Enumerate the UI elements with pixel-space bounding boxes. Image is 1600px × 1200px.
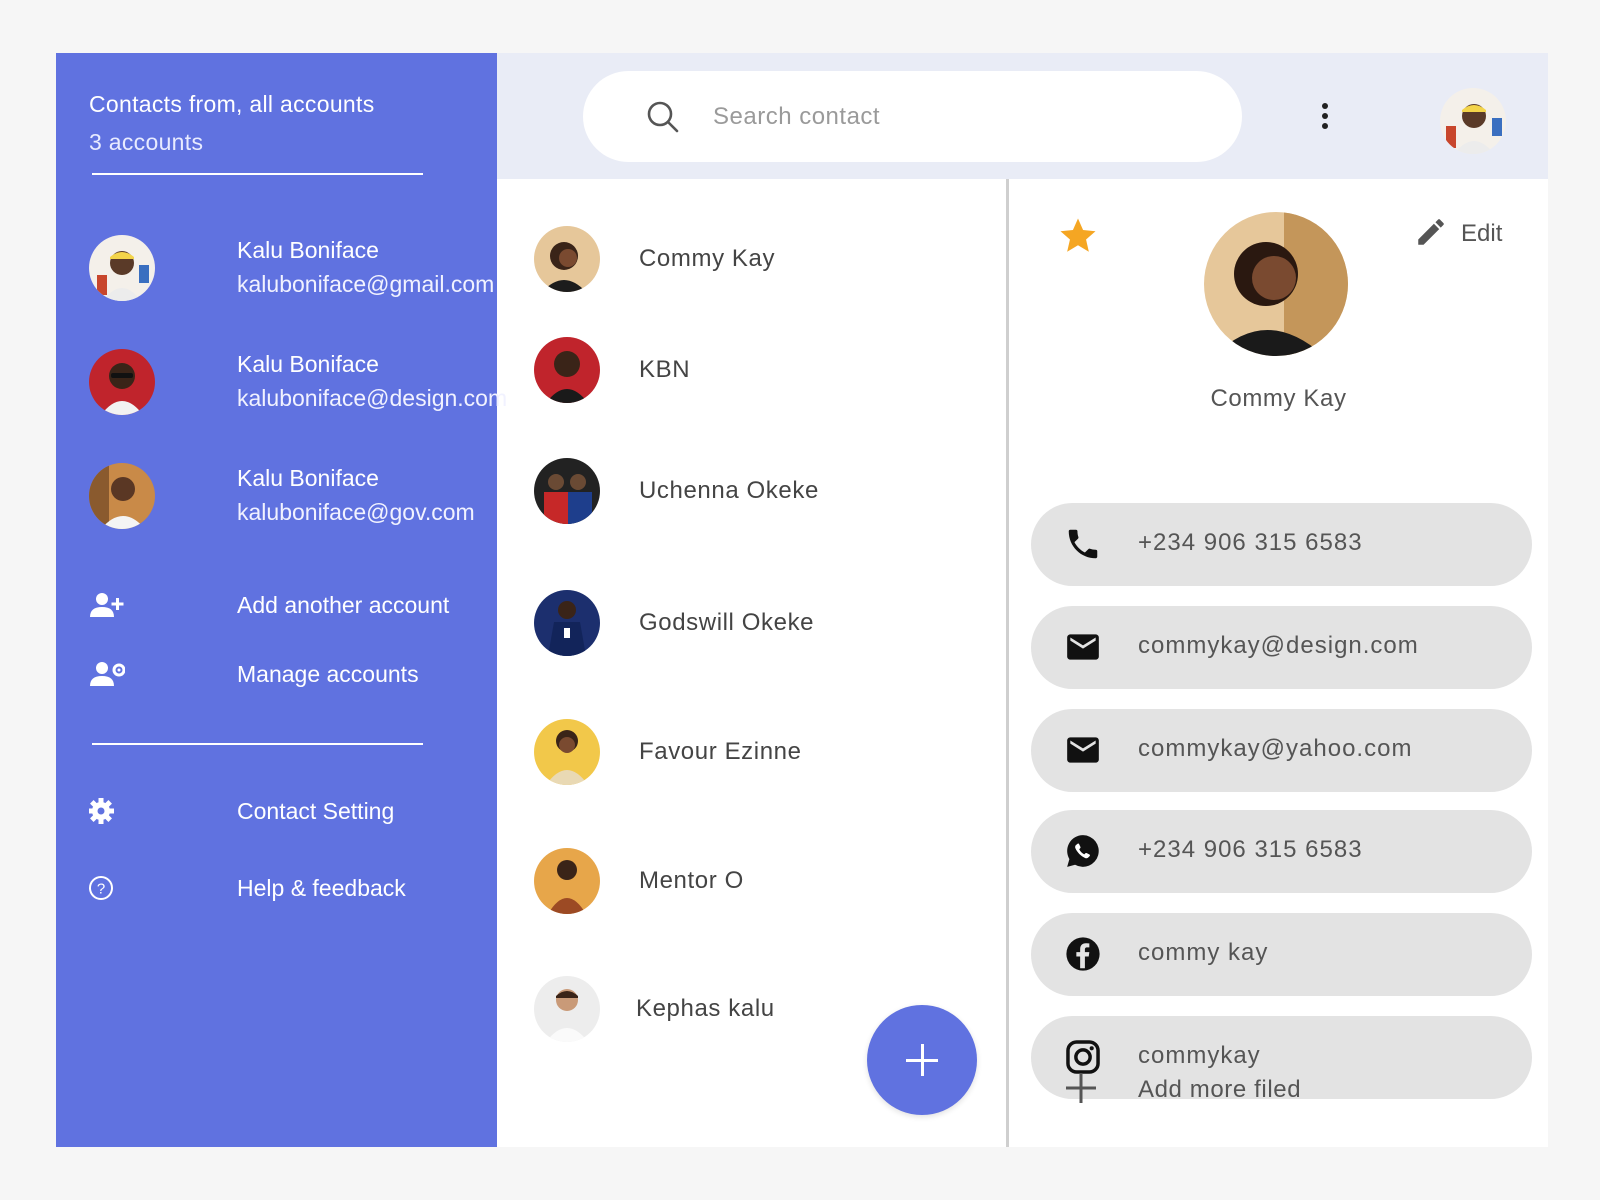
contact-row[interactable]: Mentor O xyxy=(534,846,974,916)
top-bar xyxy=(497,53,1548,179)
pencil-icon xyxy=(1418,219,1444,245)
facebook-icon xyxy=(1066,937,1100,971)
account-email: kaluboniface@gmail.com xyxy=(237,271,495,297)
star-icon[interactable] xyxy=(1057,215,1099,257)
email-field[interactable]: commykay@design.com xyxy=(1031,606,1532,689)
whatsapp-icon xyxy=(1067,835,1099,867)
contact-row[interactable]: Godswill Okeke xyxy=(534,588,974,658)
mail-icon xyxy=(1067,737,1099,763)
contact-avatar xyxy=(534,848,600,914)
help-icon: ? xyxy=(89,876,113,900)
contact-name: Mentor O xyxy=(639,867,744,894)
plus-icon xyxy=(921,1044,924,1076)
contact-avatar xyxy=(534,458,600,524)
add-more-field-button[interactable]: Add more filed xyxy=(1031,1063,1431,1113)
phone-value: +234 906 315 6583 xyxy=(1138,529,1363,556)
add-more-label: Add more filed xyxy=(1138,1076,1302,1103)
contact-row[interactable]: Commy Kay xyxy=(534,224,974,294)
manage-accounts-button[interactable]: Manage accounts xyxy=(89,655,469,695)
more-options-button[interactable] xyxy=(1317,101,1333,137)
account-name: Kalu Boniface xyxy=(237,237,379,263)
search-icon xyxy=(647,101,679,133)
facebook-value: commy kay xyxy=(1138,939,1269,966)
contact-avatar xyxy=(534,590,600,656)
account-email: kaluboniface@gov.com xyxy=(237,499,475,525)
profile-avatar[interactable] xyxy=(1440,88,1506,154)
plus-icon xyxy=(1066,1073,1096,1103)
whatsapp-value: +234 906 315 6583 xyxy=(1138,836,1363,863)
manage-accounts-icon xyxy=(90,662,125,686)
contact-name: Kephas kalu xyxy=(636,995,775,1022)
accounts-count: 3 accounts xyxy=(89,129,204,155)
kebab-dot xyxy=(1322,113,1328,119)
sidebar-divider xyxy=(92,173,423,175)
add-account-button[interactable]: Add another account xyxy=(89,586,469,626)
contact-photo xyxy=(1204,212,1348,356)
contact-name: Commy Kay xyxy=(639,245,776,272)
contact-row[interactable]: Uchenna Okeke xyxy=(534,456,974,526)
contact-detail-name: Commy Kay xyxy=(1210,385,1347,412)
sidebar: Contacts from, all accounts 3 accounts K… xyxy=(56,53,507,1147)
facebook-field[interactable]: commy kay xyxy=(1031,913,1532,996)
add-contact-button[interactable] xyxy=(867,1005,977,1115)
kebab-dot xyxy=(1322,123,1328,129)
account-item[interactable]: Kalu Boniface kaluboniface@design.com xyxy=(89,347,507,417)
contacts-app: Contacts from, all accounts 3 accounts K… xyxy=(56,53,1548,1147)
search-bar[interactable] xyxy=(583,71,1242,162)
contact-avatar xyxy=(534,719,600,785)
add-account-label: Add another account xyxy=(237,592,450,618)
contact-name: Favour Ezinne xyxy=(639,738,802,765)
mail-icon xyxy=(1067,634,1099,660)
contact-details: Edit Commy Kay +234 906 315 6583 commyka… xyxy=(1009,179,1548,1147)
contact-list: Commy Kay KBN Uchenna Okeke Godswill Oke… xyxy=(497,179,1007,1147)
account-avatar xyxy=(89,349,155,415)
account-name: Kalu Boniface xyxy=(237,351,379,377)
kebab-dot xyxy=(1322,103,1328,109)
manage-accounts-label: Manage accounts xyxy=(237,661,419,687)
account-avatar xyxy=(89,463,155,529)
svg-text:?: ? xyxy=(97,881,105,898)
contact-name: Uchenna Okeke xyxy=(639,477,819,504)
account-name: Kalu Boniface xyxy=(237,465,379,491)
sidebar-title: Contacts from, all accounts xyxy=(89,91,375,117)
sidebar-divider xyxy=(92,743,423,745)
edit-label: Edit xyxy=(1461,220,1503,247)
help-feedback-button[interactable]: ? Help & feedback xyxy=(89,869,469,909)
contact-avatar xyxy=(534,337,600,403)
email-field[interactable]: commykay@yahoo.com xyxy=(1031,709,1532,792)
contact-setting-button[interactable]: Contact Setting xyxy=(89,792,469,832)
email-value: commykay@yahoo.com xyxy=(1138,735,1413,762)
contact-row[interactable]: KBN xyxy=(534,335,974,405)
gear-icon xyxy=(89,798,114,824)
add-person-icon xyxy=(90,593,124,617)
account-item[interactable]: Kalu Boniface kaluboniface@gmail.com xyxy=(89,233,494,303)
account-item[interactable]: Kalu Boniface kaluboniface@gov.com xyxy=(89,461,489,531)
account-email: kaluboniface@design.com xyxy=(237,385,508,411)
edit-button[interactable]: Edit xyxy=(1414,215,1534,251)
contact-setting-label: Contact Setting xyxy=(237,798,395,824)
contact-name: KBN xyxy=(639,356,691,383)
contact-avatar xyxy=(534,976,600,1042)
contact-row[interactable]: Favour Ezinne xyxy=(534,717,974,787)
email-value: commykay@design.com xyxy=(1138,632,1419,659)
help-feedback-label: Help & feedback xyxy=(237,875,406,901)
contact-name: Godswill Okeke xyxy=(639,609,815,636)
phone-icon xyxy=(1068,529,1098,559)
search-input[interactable] xyxy=(713,99,1193,135)
whatsapp-field[interactable]: +234 906 315 6583 xyxy=(1031,810,1532,893)
account-avatar xyxy=(89,235,155,301)
phone-field[interactable]: +234 906 315 6583 xyxy=(1031,503,1532,586)
contact-avatar xyxy=(534,226,600,292)
